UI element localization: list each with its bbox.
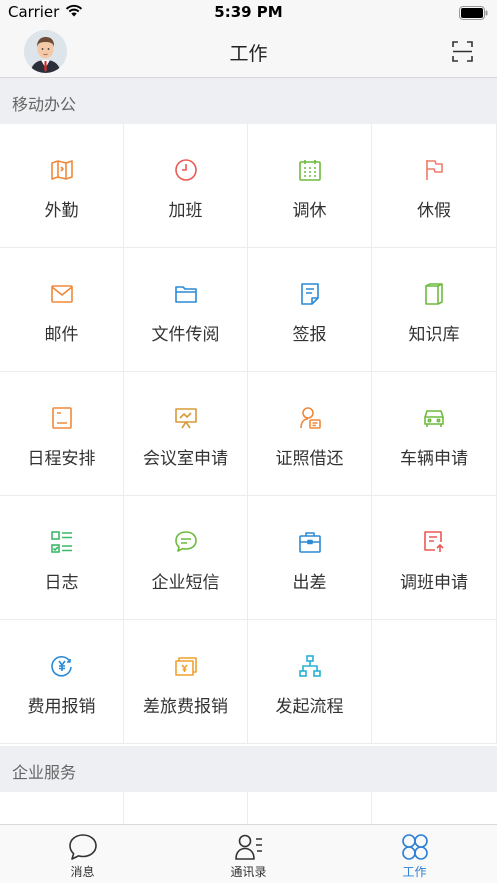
certificate-icon [298,406,322,430]
nav-bar: 工作 [0,26,497,78]
grid-item-label: 知识库 [408,325,460,345]
scan-icon[interactable] [452,41,473,62]
message-icon [68,833,98,861]
grid-item-label: 差旅费报销 [143,697,228,717]
grid-item-vacation[interactable]: 休假 [372,124,497,248]
tab-label: 消息 [70,865,95,879]
grid-item-label: 日志 [44,573,79,593]
flag-icon [422,158,446,182]
grid-item-label: 证照借还 [275,449,344,469]
grid-item-label: 休假 [417,201,451,221]
divider [247,792,248,824]
grid-item-sms[interactable]: 企业短信 [124,496,248,620]
tab-contacts[interactable]: 通讯录 [166,825,331,883]
grid-item-label: 加班 [168,201,203,221]
tab-label: 工作 [402,865,427,879]
grid-item-label: 调休 [292,201,327,221]
presentation-icon [174,406,198,430]
section-header-mobile-office: 移动办公 [0,78,497,124]
grid-item-label: 外勤 [44,201,79,221]
clock-icon [174,158,198,182]
grid-item-sign-report[interactable]: 签报 [248,248,372,372]
grid-item-start-process[interactable]: 发起流程 [248,620,372,744]
chat-icon [174,530,198,554]
grid-item-label: 会议室申请 [143,449,228,469]
section-title-enterprise-services: 企业服务 [12,763,77,782]
divider [123,792,124,824]
schedule-icon [50,406,74,430]
briefcase-icon [298,530,322,554]
mail-icon [50,282,74,306]
grid-item-log[interactable]: 日志 [0,496,124,620]
divider [371,792,372,824]
grid-item-file-circulation[interactable]: 文件传阅 [124,248,248,372]
grid-item-vehicle[interactable]: 车辆申请 [372,372,497,496]
grid-item-field-work[interactable]: 外勤 [0,124,124,248]
grid-item-label: 签报 [292,325,327,345]
grid-item-label: 费用报销 [27,697,96,717]
log-icon [50,530,74,554]
grid-item-label: 文件传阅 [151,325,220,345]
car-icon [422,406,446,430]
tab-work[interactable]: 工作 [332,825,497,883]
app-grid: 外勤 加班 调休 休假 邮件 文件传阅 签报 知识库 日程安排 会议室申请 证照… [0,124,497,745]
status-bar: Carrier 5:39 PM [0,0,497,26]
grid-item-shift-change[interactable]: 调班申请 [372,496,497,620]
grid-item-overtime[interactable]: 加班 [124,124,248,248]
battery-icon [459,5,489,20]
calendar-icon [298,158,322,182]
page-title: 工作 [229,43,268,65]
money-icon [174,654,198,678]
grid-item-travel-expense[interactable]: 差旅费报销 [124,620,248,744]
map-icon [50,158,74,182]
grid-item-label: 邮件 [44,325,79,345]
grid-item-label: 企业短信 [151,573,220,593]
book-icon [422,282,446,306]
grid-item-label: 日程安排 [27,449,96,469]
section-header-enterprise-services: 企业服务 [0,746,497,792]
tab-messages[interactable]: 消息 [0,825,165,883]
document-icon [298,282,322,306]
grid-item-mail[interactable]: 邮件 [0,248,124,372]
grid-item-expense[interactable]: 费用报销 [0,620,124,744]
tab-bar: 消息 通讯录 工作 [0,824,497,883]
grid-item-knowledge-base[interactable]: 知识库 [372,248,497,372]
yen-icon [50,654,74,678]
grid-item-schedule[interactable]: 日程安排 [0,372,124,496]
grid-item-label: 车辆申请 [400,449,468,469]
grid-item-label: 调班申请 [400,573,468,593]
status-time: 5:39 PM [214,3,283,21]
contacts-icon [234,833,264,861]
grid-item-business-trip[interactable]: 出差 [248,496,372,620]
section-title-mobile-office: 移动办公 [12,95,77,114]
folder-icon [174,282,198,306]
tab-label: 通讯录 [230,865,267,879]
grid-item-empty [372,620,497,744]
shift-icon [422,530,446,554]
grid-item-meeting-room[interactable]: 会议室申请 [124,372,248,496]
grid-item-label: 出差 [292,573,327,593]
enterprise-services-grid [0,792,497,824]
flowchart-icon [298,654,322,678]
grid-item-compensatory-leave[interactable]: 调休 [248,124,372,248]
work-icon [400,833,430,861]
grid-item-certificate[interactable]: 证照借还 [248,372,372,496]
grid-item-label: 发起流程 [275,697,344,717]
